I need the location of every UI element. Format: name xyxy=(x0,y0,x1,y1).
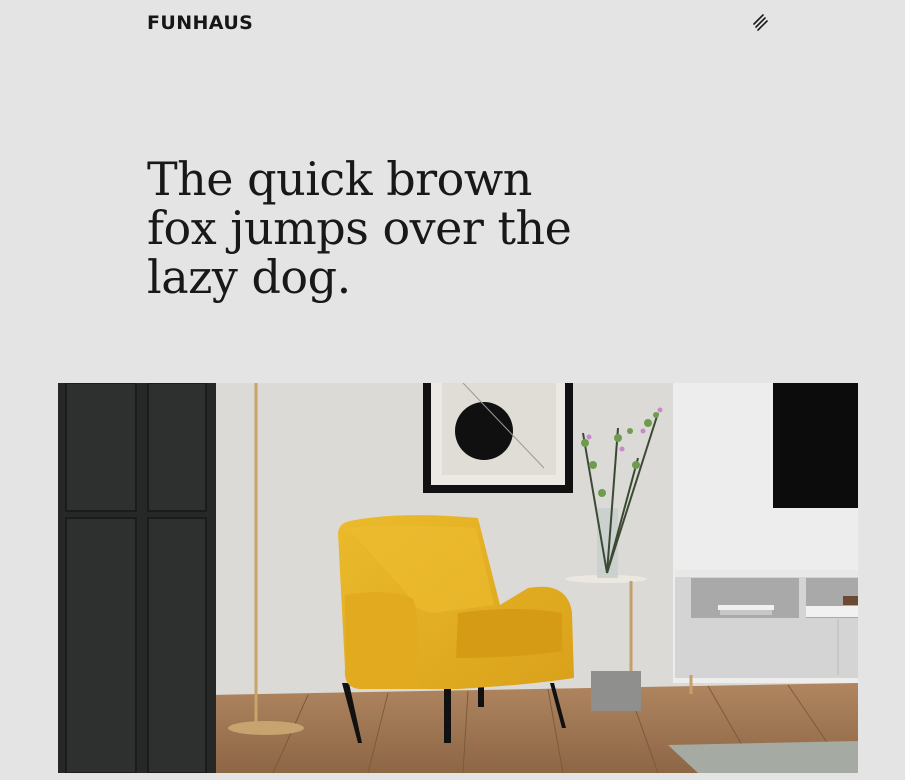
brand-logo[interactable]: FUNHAUS xyxy=(147,12,253,34)
hero-headline: The quick brown fox jumps over the lazy … xyxy=(147,152,572,304)
hero-image xyxy=(58,383,858,773)
site-header: FUNHAUS xyxy=(147,10,771,36)
menu-slashes-icon xyxy=(753,14,768,31)
menu-button[interactable] xyxy=(749,11,771,33)
